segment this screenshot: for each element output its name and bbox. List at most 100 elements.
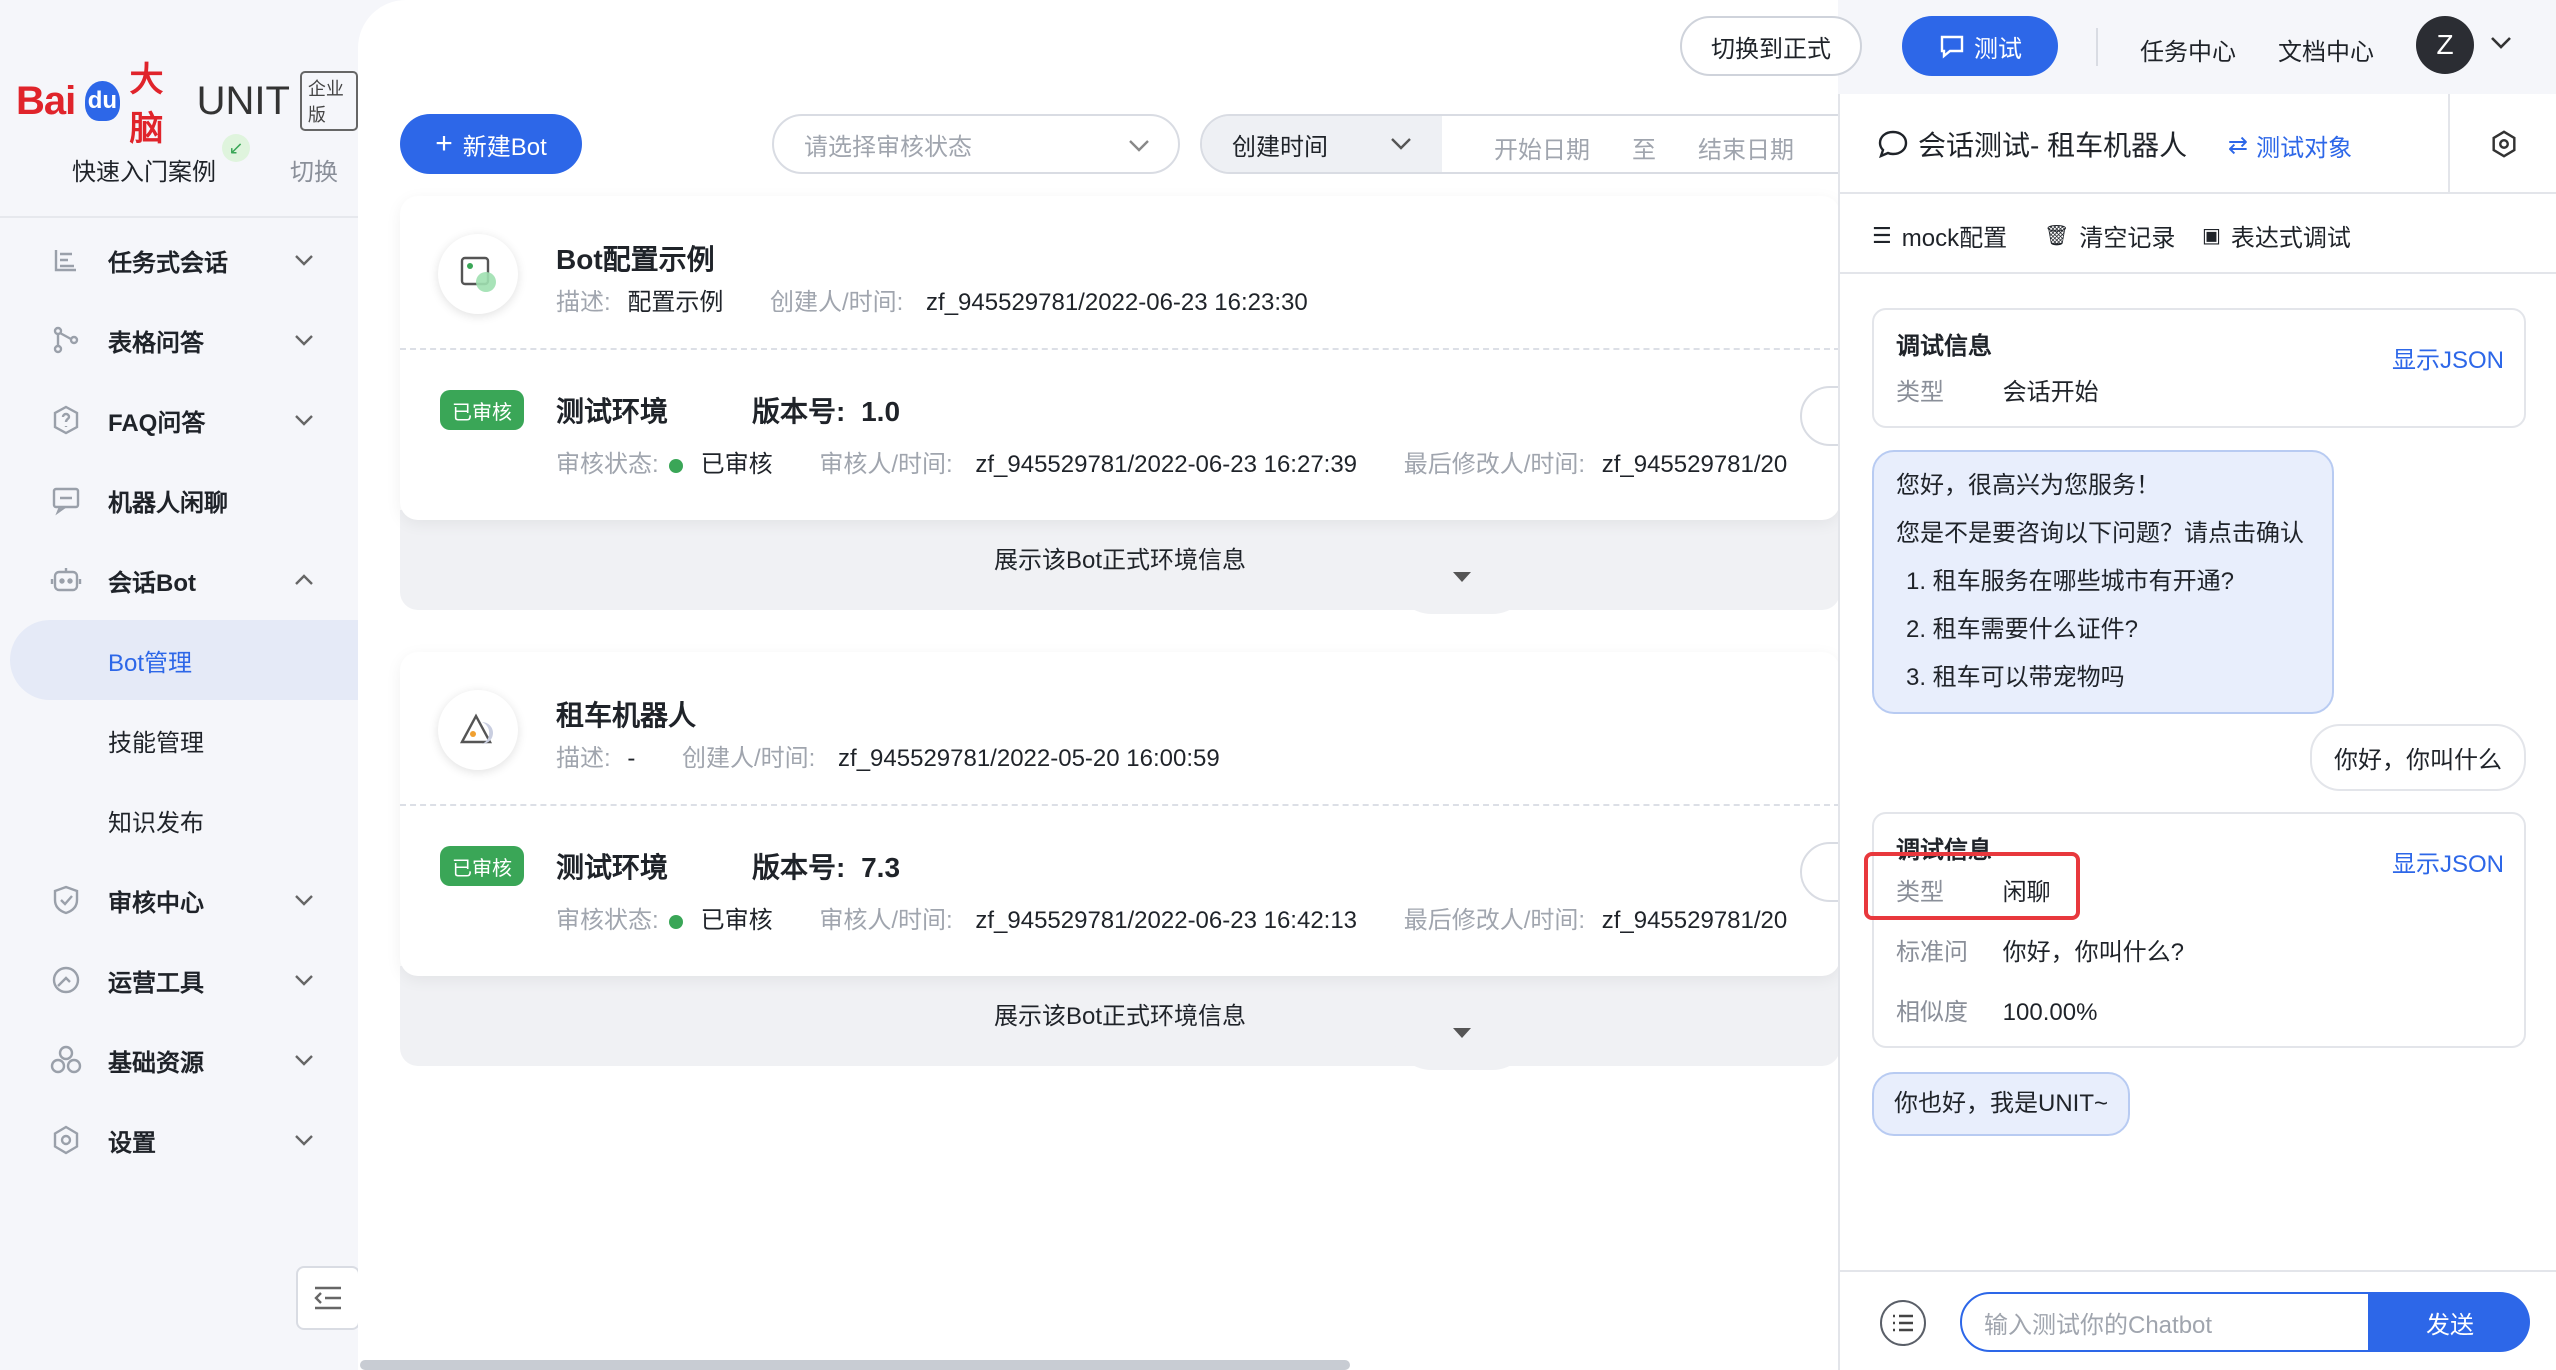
logo-bai: Bai	[16, 78, 76, 123]
sidebar-item-label: 会话Bot	[108, 569, 196, 597]
expression-debug-label: 表达式调试	[2230, 225, 2351, 252]
switch-formal-button[interactable]: 切换到正式	[1680, 16, 1862, 76]
date-range-separator: 至	[1632, 137, 1656, 164]
baidu-unit-logo[interactable]: Bai du 大脑 UNIT 企业版	[16, 52, 358, 150]
sidebar-nav: 任务式会话 表格问答 FAQ问答 机器人闲聊 会话Bot Bot管理 技能管理 …	[0, 220, 358, 1180]
switch-link[interactable]: 切换	[290, 152, 338, 187]
chat-bubble-icon	[1878, 130, 1908, 159]
version-label: 版本号:	[752, 852, 846, 883]
mock-config-label: mock配置	[1901, 225, 2008, 252]
avatar[interactable]: Z	[2416, 16, 2474, 74]
doc-center-link[interactable]: 文档中心	[2278, 32, 2374, 67]
version-value: 7.3	[861, 852, 901, 883]
gauge-icon	[48, 962, 84, 998]
test-button-label: 测试	[1974, 35, 2022, 63]
expand-strip: 展示该Bot正式环境信息	[400, 966, 1840, 1066]
sidebar-subitem-label: 知识发布	[108, 809, 204, 837]
review-status-select[interactable]: 请选择审核状态	[772, 114, 1180, 174]
plus-icon: +	[435, 127, 453, 160]
debug-std-question-value: 你好，你叫什么?	[2002, 939, 2185, 966]
chat-input[interactable]: 输入测试你的Chatbot	[1960, 1292, 2370, 1352]
show-json-link[interactable]: 显示JSON	[2392, 340, 2504, 375]
bot-card-header: 租车机器人 描述: - 创建人/时间: zf_945529781/2022-05…	[400, 652, 1840, 804]
chevron-down-icon[interactable]	[2490, 36, 2512, 55]
sidebar-item-settings[interactable]: 设置	[0, 1100, 358, 1180]
chat-box-icon	[48, 482, 84, 518]
status-badge: 已审核	[440, 390, 524, 430]
bot-card[interactable]: Bot配置示例 描述: 配置示例 创建人/时间: zf_945529781/20…	[400, 196, 1880, 520]
end-date-input[interactable]: 结束日期	[1698, 130, 1794, 165]
suggestion-option[interactable]: 2. 租车需要什么证件?	[1896, 606, 2310, 654]
mock-config-button[interactable]: ☰ mock配置	[1872, 218, 2007, 253]
suggestion-option[interactable]: 1. 租车服务在哪些城市有开通?	[1896, 558, 2310, 606]
user-message: 你好，你叫什么	[2310, 724, 2526, 791]
sidebar-item-label: 任务式会话	[108, 249, 228, 277]
suggestion-option[interactable]: 3. 租车可以带宠物吗	[1896, 654, 2310, 702]
question-icon	[48, 402, 84, 438]
start-date-input[interactable]: 开始日期	[1494, 130, 1590, 165]
bot-name[interactable]: Bot配置示例	[556, 238, 715, 278]
gear-icon	[48, 1122, 84, 1158]
sidebar-item-chitchat[interactable]: 机器人闲聊	[0, 460, 358, 540]
logo-dana: 大脑	[129, 61, 164, 148]
collapse-sidebar-button[interactable]	[296, 1266, 360, 1330]
clear-records-button[interactable]: 🗑 清空记录	[2044, 218, 2175, 253]
debug-similarity-value: 100.00%	[2002, 999, 2098, 1026]
reviewer-value: zf_945529781/2022-06-23 16:27:39	[975, 451, 1358, 478]
expand-formal-env-link[interactable]: 展示该Bot正式环境信息	[400, 996, 1840, 1031]
test-target-button[interactable]: ⇄ 测试对象	[2228, 128, 2352, 163]
debug-info-card: 调试信息 显示JSON 类型 闲聊 标准问 你好，你叫什么? 相似度 100.0…	[1872, 812, 2526, 1048]
sidebar-item-faq[interactable]: FAQ问答	[0, 380, 358, 460]
creator-value: zf_945529781/2022-05-20 16:00:59	[838, 745, 1220, 772]
horizontal-scrollbar[interactable]	[360, 1360, 1350, 1370]
bot-card[interactable]: 租车机器人 描述: - 创建人/时间: zf_945529781/2022-05…	[400, 652, 1880, 976]
debug-type-key: 类型	[1896, 379, 1944, 406]
creator-value: zf_945529781/2022-06-23 16:23:30	[926, 289, 1308, 316]
date-type-value: 创建时间	[1232, 133, 1328, 161]
version: 版本号: 1.0	[752, 390, 900, 430]
clear-records-label: 清空记录	[2079, 225, 2176, 252]
list-icon: ☰	[1872, 222, 1892, 248]
debug-type-value: 会话开始	[2002, 379, 2099, 406]
sidebar-item-base-resources[interactable]: 基础资源	[0, 1020, 358, 1100]
show-json-link[interactable]: 显示JSON	[2392, 844, 2504, 879]
expand-formal-env-link[interactable]: 展示该Bot正式环境信息	[400, 540, 1840, 575]
chevron-down-icon	[290, 246, 318, 274]
sidebar-item-review-center[interactable]: 审核中心	[0, 860, 358, 940]
debug-std-question-key: 标准问	[1896, 939, 1968, 966]
cubes-icon	[48, 1042, 84, 1078]
sidebar-item-label: FAQ问答	[108, 409, 206, 437]
sidebar-item-table-qa[interactable]: 表格问答	[0, 300, 358, 380]
flow-icon	[48, 242, 84, 278]
chat-settings-button[interactable]	[2448, 94, 2556, 194]
chart-icon: ▣	[2202, 225, 2221, 247]
new-bot-button[interactable]: + 新建Bot	[400, 114, 582, 174]
task-center-link[interactable]: 任务中心	[2140, 32, 2236, 67]
sidebar-subitem-knowledge-publish[interactable]: 知识发布	[0, 780, 358, 860]
sidebar-item-dialog-bot[interactable]: 会话Bot	[0, 540, 358, 620]
test-button[interactable]: 测试	[1902, 16, 2058, 76]
sidebar-item-task-dialog[interactable]: 任务式会话	[0, 220, 358, 300]
test-target-label: 测试对象	[2256, 135, 2353, 162]
expand-toggle[interactable]	[1392, 570, 1532, 614]
chevron-down-icon	[290, 886, 318, 914]
debug-std-question-row: 标准问 你好，你叫什么?	[1896, 932, 2184, 967]
sidebar-subitem-skill-manage[interactable]: 技能管理	[0, 700, 358, 780]
expand-toggle[interactable]	[1392, 1026, 1532, 1070]
send-button[interactable]: 发送	[2370, 1292, 2530, 1352]
quick-start-link[interactable]: 快速入门案例	[72, 152, 216, 187]
chevron-down-icon	[290, 1046, 318, 1074]
quick-menu-button[interactable]	[1880, 1300, 1926, 1346]
sidebar-subitem-bot-manage[interactable]: Bot管理	[10, 620, 358, 700]
bot-name[interactable]: 租车机器人	[556, 694, 696, 734]
sidebar-item-ops-tools[interactable]: 运营工具	[0, 940, 358, 1020]
chevron-down-icon	[290, 966, 318, 994]
date-type-select[interactable]: 创建时间	[1202, 116, 1442, 172]
sidebar-item-label: 审核中心	[108, 889, 204, 917]
desc-label: 描述:	[556, 289, 611, 316]
arrow-in-icon: ↙	[222, 134, 250, 162]
desc-value: 配置示例	[627, 289, 724, 316]
topbar-divider	[2096, 28, 2098, 66]
expression-debug-button[interactable]: ▣ 表达式调试	[2202, 218, 2351, 253]
debug-info-card: 调试信息 显示JSON 类型 会话开始	[1872, 308, 2526, 428]
